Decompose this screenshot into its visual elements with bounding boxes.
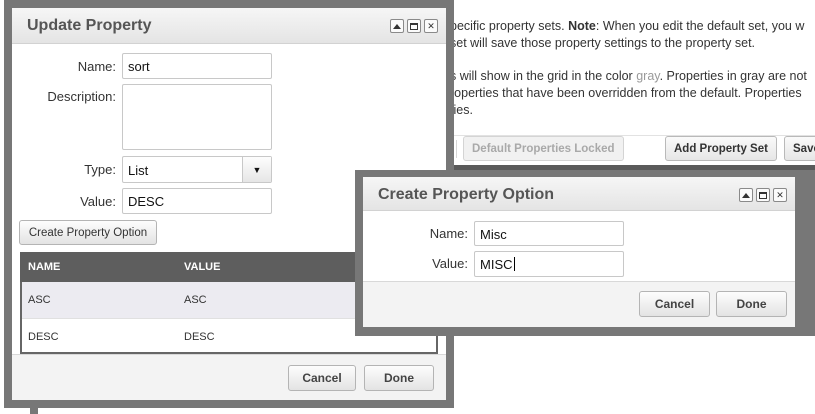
dialog-title: Update Property: [27, 17, 152, 34]
option-value-label: Value:: [432, 256, 468, 271]
help-line-1: pecific property sets. Note: When you ed…: [450, 19, 805, 33]
default-properties-locked-button: Default Properties Locked: [463, 136, 624, 161]
close-icon[interactable]: ✕: [424, 19, 438, 33]
collapse-icon[interactable]: [739, 188, 753, 202]
option-name-field[interactable]: Misc: [474, 221, 624, 246]
type-label: Type:: [84, 162, 116, 177]
name-label: Name:: [77, 59, 116, 74]
option-value-text: MISC: [480, 257, 513, 272]
type-select[interactable]: List ▼: [122, 156, 272, 183]
table-cell-value: ASC: [184, 294, 207, 306]
done-button[interactable]: Done: [716, 291, 787, 317]
add-property-set-button[interactable]: Add Property Set: [665, 136, 777, 161]
name-field[interactable]: sort: [122, 53, 272, 79]
window-controls: ✕: [739, 188, 787, 202]
chevron-down-icon[interactable]: ▼: [242, 157, 271, 182]
maximize-icon[interactable]: [407, 19, 421, 33]
table-cell-name: DESC: [28, 331, 59, 343]
description-label: Description:: [47, 89, 116, 104]
maximize-icon[interactable]: [756, 188, 770, 202]
dialog-titlebar[interactable]: Update Property ✕: [12, 8, 446, 44]
value-label: Value:: [80, 194, 116, 209]
type-select-value: List: [128, 163, 149, 178]
cancel-button[interactable]: Cancel: [639, 291, 710, 317]
close-icon[interactable]: ✕: [773, 188, 787, 202]
help-text: pecific property sets. Note: When you ed…: [450, 18, 815, 135]
option-name-label: Name:: [429, 226, 468, 241]
create-property-option-dialog: Create Property Option ✕ Name: Misc Valu…: [363, 177, 795, 327]
column-header-name[interactable]: NAME: [28, 261, 60, 273]
help-line-4: roperties that have been overridden from…: [450, 86, 802, 100]
create-property-option-button[interactable]: Create Property Option: [19, 220, 157, 245]
text-cursor: [513, 257, 515, 271]
value-field[interactable]: DESC: [122, 188, 272, 214]
table-cell-value: DESC: [184, 331, 215, 343]
dialog-titlebar[interactable]: Create Property Option ✕: [363, 177, 795, 211]
help-line-3: s will show in the grid in the color gra…: [450, 69, 807, 83]
cancel-button[interactable]: Cancel: [288, 365, 356, 391]
window-controls: ✕: [390, 19, 438, 33]
description-field[interactable]: [122, 84, 272, 150]
help-line-2: set will save those property settings to…: [450, 36, 756, 50]
column-header-value[interactable]: VALUE: [184, 261, 220, 273]
done-button[interactable]: Done: [364, 365, 434, 391]
collapse-icon[interactable]: [390, 19, 404, 33]
option-value-field[interactable]: MISC: [474, 251, 624, 277]
table-cell-name: ASC: [28, 294, 51, 306]
dialog-title: Create Property Option: [378, 186, 555, 203]
toolbar-separator: [456, 140, 457, 158]
save-button[interactable]: Save: [784, 136, 815, 161]
